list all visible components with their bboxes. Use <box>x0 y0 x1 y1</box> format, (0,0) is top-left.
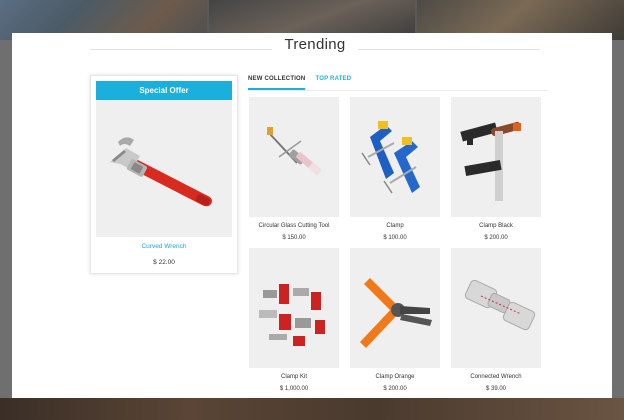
tab-top-rated[interactable]: TOP RATED <box>315 76 351 90</box>
product-card[interactable]: Clamp Orange $ 200.00 <box>350 248 442 392</box>
background-footer-image <box>0 398 624 420</box>
product-price: $ 1,000.00 <box>279 386 309 392</box>
product-card[interactable]: Clamp Kit $ 1,000.00 <box>249 248 341 392</box>
collection-tabs: NEW COLLECTION TOP RATED <box>248 76 361 90</box>
product-name[interactable]: Clamp <box>350 223 440 229</box>
special-offer-price: $ 22.00 <box>153 259 175 266</box>
special-offer-header: Special Offer <box>96 81 232 100</box>
product-card[interactable]: Clamp $ 100.00 <box>350 97 442 241</box>
tab-new-collection[interactable]: NEW COLLECTION <box>248 76 306 90</box>
product-name[interactable]: Connected Wrench <box>451 374 541 380</box>
product-price: $ 200.00 <box>383 386 407 392</box>
special-offer-product-link[interactable]: Curved Wrench <box>91 243 237 250</box>
c-clamp-image[interactable] <box>350 97 440 217</box>
section-header: Trending <box>90 36 540 60</box>
section-title: Trending <box>284 36 346 53</box>
product-price: $ 150.00 <box>282 235 306 241</box>
glass-cutter-image[interactable] <box>249 97 339 217</box>
product-price: $ 200.00 <box>484 235 508 241</box>
overlay-left <box>0 40 12 398</box>
pipe-wrench-image[interactable] <box>96 100 232 237</box>
spring-clamp-image[interactable] <box>350 248 440 368</box>
divider <box>358 49 540 50</box>
product-price: $ 39.00 <box>485 386 507 392</box>
product-name[interactable]: Clamp Orange <box>350 374 440 380</box>
bar-clamp-image[interactable] <box>451 97 541 217</box>
product-price: $ 100.00 <box>383 235 407 241</box>
special-offer-card[interactable]: Special Offer Curved Wrench $ 22.00 <box>90 75 238 274</box>
product-card[interactable]: Circular Glass Cutting Tool $ 150.00 <box>249 97 341 241</box>
tabs-divider <box>248 90 548 91</box>
clamp-kit-image[interactable] <box>249 248 339 368</box>
product-name[interactable]: Clamp Black <box>451 223 541 229</box>
trending-panel: Trending Special Offer Curved Wrench $ 2… <box>12 33 612 398</box>
socket-wrench-image[interactable] <box>451 248 541 368</box>
overlay-right <box>612 40 624 398</box>
product-card[interactable]: Clamp Black $ 200.00 <box>451 97 543 241</box>
product-card[interactable]: Connected Wrench $ 39.00 <box>451 248 543 392</box>
product-name[interactable]: Clamp Kit <box>249 374 339 380</box>
product-name[interactable]: Circular Glass Cutting Tool <box>249 223 339 229</box>
